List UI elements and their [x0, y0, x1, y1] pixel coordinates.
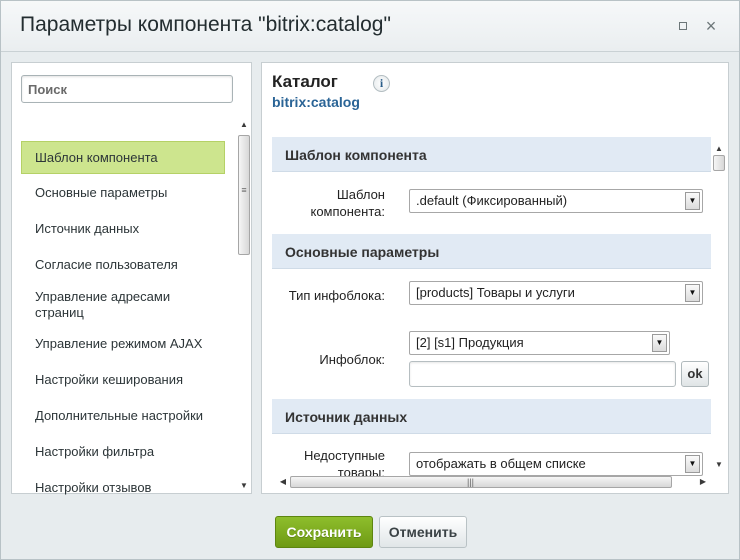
params-hscroll-thumb[interactable]: ||| [290, 476, 672, 488]
section-header-data-source: Источник данных [272, 399, 711, 434]
component-params-dialog: Параметры компонента "bitrix:catalog" × … [0, 0, 740, 560]
params-vscroll-thumb[interactable] [713, 155, 725, 171]
maximize-icon[interactable] [675, 18, 691, 34]
nav-item-user-consent[interactable]: Согласие пользователя [21, 257, 225, 273]
scroll-right-arrow[interactable]: ▶ [696, 476, 710, 488]
scroll-up-arrow[interactable]: ▲ [237, 119, 251, 131]
component-name: Каталог [272, 72, 338, 91]
dropdown-arrow-icon: ▼ [652, 334, 667, 352]
dropdown-arrow-icon: ▼ [685, 284, 700, 302]
section-header-template: Шаблон компонента [272, 137, 711, 172]
iblock-ok-button[interactable]: ok [681, 361, 709, 387]
iblock-id-input[interactable] [409, 361, 676, 387]
template-select[interactable]: .default (Фиксированный) ▼ [409, 189, 703, 213]
iblock-type-select-value: [products] Товары и услуги [416, 285, 575, 300]
params-hscrollbar[interactable]: ◀ ||| ▶ [276, 475, 710, 489]
nav-item-reviews-settings[interactable]: Настройки отзывов [21, 480, 225, 496]
section-header-main-params: Основные параметры [272, 234, 711, 269]
params-vscrollbar[interactable]: ▲ ▼ [712, 143, 726, 473]
scroll-up-arrow[interactable]: ▲ [712, 143, 726, 155]
iblock-select-value: [2] [s1] Продукция [416, 335, 524, 350]
nav-item-url-management[interactable]: Управление адресами страниц [21, 289, 211, 321]
close-icon[interactable]: × [703, 17, 719, 35]
nav-item-filter-settings[interactable]: Настройки фильтра [21, 444, 225, 460]
nav-item-data-source[interactable]: Источник данных [21, 221, 225, 237]
unavailable-goods-select[interactable]: отображать в общем списке ▼ [409, 452, 703, 476]
sections-nav-panel: Шаблон компонента Основные параметры Ист… [11, 62, 252, 496]
param-label-template: Шаблон компонента: [310, 187, 385, 219]
iblock-select[interactable]: [2] [s1] Продукция ▼ [409, 331, 670, 355]
params-scroll-area: Шаблон компонента Шаблон компонента: .de… [272, 137, 711, 478]
dialog-title: Параметры компонента "bitrix:catalog" [20, 13, 391, 36]
dropdown-arrow-icon: ▼ [685, 192, 700, 210]
nav-item-template[interactable]: Шаблон компонента [21, 141, 225, 174]
title-bar[interactable]: Параметры компонента "bitrix:catalog" × [1, 1, 739, 52]
grip-icon: ||| [467, 477, 475, 487]
component-code: bitrix:catalog [272, 94, 360, 110]
grip-icon: ≡ [241, 185, 247, 195]
scroll-down-arrow[interactable]: ▼ [237, 480, 251, 492]
nav-scroll-thumb[interactable]: ≡ [238, 135, 250, 255]
params-panel: Каталог bitrix:catalog i Шаблон компонен… [261, 62, 729, 494]
cancel-button[interactable]: Отменить [379, 516, 467, 548]
save-button[interactable]: Сохранить [275, 516, 373, 548]
param-label-unavailable-goods: Недоступные товары: [303, 448, 385, 478]
nav-scrollbar[interactable]: ▲ ≡ ▼ [237, 119, 251, 494]
param-label-iblock-type: Тип инфоблока: [288, 288, 385, 303]
iblock-type-select[interactable]: [products] Товары и услуги ▼ [409, 281, 703, 305]
scroll-down-arrow[interactable]: ▼ [712, 459, 726, 471]
maximize-square [679, 22, 687, 30]
info-icon[interactable]: i [373, 75, 390, 92]
nav-item-cache-settings[interactable]: Настройки кеширования [21, 372, 225, 388]
template-select-value: .default (Фиксированный) [416, 193, 568, 208]
param-label-iblock: Инфоблок: [319, 352, 385, 367]
nav-item-main-params[interactable]: Основные параметры [21, 185, 225, 201]
unavailable-goods-select-value: отображать в общем списке [416, 456, 586, 471]
dropdown-arrow-icon: ▼ [685, 455, 700, 473]
search-input[interactable] [21, 75, 233, 103]
nav-item-ajax-mode[interactable]: Управление режимом AJAX [21, 336, 225, 352]
scroll-left-arrow[interactable]: ◀ [276, 476, 290, 488]
nav-item-additional-settings[interactable]: Дополнительные настройки [21, 408, 225, 424]
